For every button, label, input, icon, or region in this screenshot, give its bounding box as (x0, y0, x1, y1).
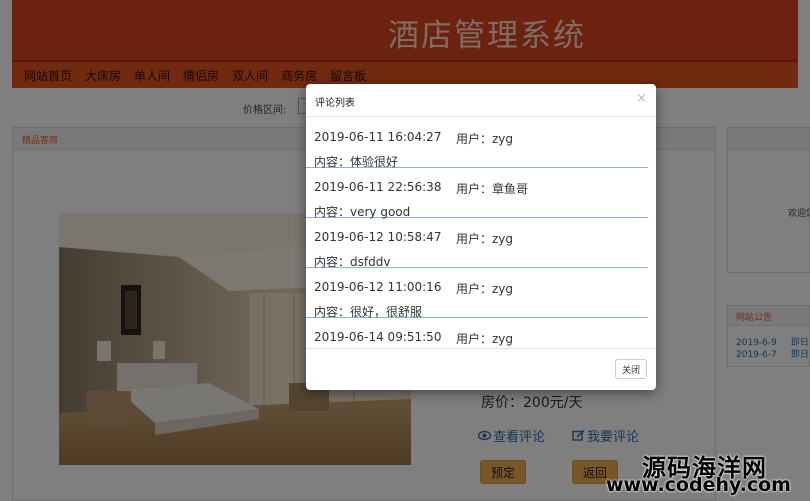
comment-item: 2019-06-14 09:51:50 用户：zyg (306, 318, 648, 348)
watermark-url: www.codehy.com (606, 474, 791, 496)
close-icon[interactable]: × (636, 92, 647, 105)
comment-item: 2019-06-11 16:04:27 用户：zyg 内容：体验很好 (306, 118, 648, 169)
comment-time: 2019-06-11 22:56:38 (314, 180, 442, 194)
comment-item: 2019-06-12 11:00:16 用户：zyg 内容：很好，很舒服 (306, 268, 648, 319)
comment-item: 2019-06-12 10:58:47 用户：zyg 内容：dsfddv (306, 218, 648, 269)
comment-list[interactable]: 2019-06-11 16:04:27 用户：zyg 内容：体验很好 2019-… (306, 118, 656, 348)
comment-time: 2019-06-14 09:51:50 (314, 330, 442, 344)
comment-user: 用户：zyg (456, 132, 514, 146)
modal-footer: 关闭 (306, 348, 656, 390)
close-button[interactable]: 关闭 (615, 359, 647, 379)
comment-time: 2019-06-12 10:58:47 (314, 230, 442, 244)
modal-title: 评论列表 (315, 98, 355, 109)
comments-modal: 评论列表 × 2019-06-11 16:04:27 用户：zyg 内容：体验很… (306, 84, 656, 390)
comment-time: 2019-06-11 16:04:27 (314, 130, 442, 144)
comment-user: 用户：zyg (456, 232, 514, 246)
comment-time: 2019-06-12 11:00:16 (314, 280, 442, 294)
comment-user: 用户：zyg (456, 282, 514, 296)
comment-user: 用户：章鱼哥 (456, 182, 529, 196)
modal-header: 评论列表 × (306, 84, 656, 117)
comment-user: 用户：zyg (456, 332, 514, 346)
comment-item: 2019-06-11 22:56:38 用户：章鱼哥 内容：very good (306, 168, 648, 219)
